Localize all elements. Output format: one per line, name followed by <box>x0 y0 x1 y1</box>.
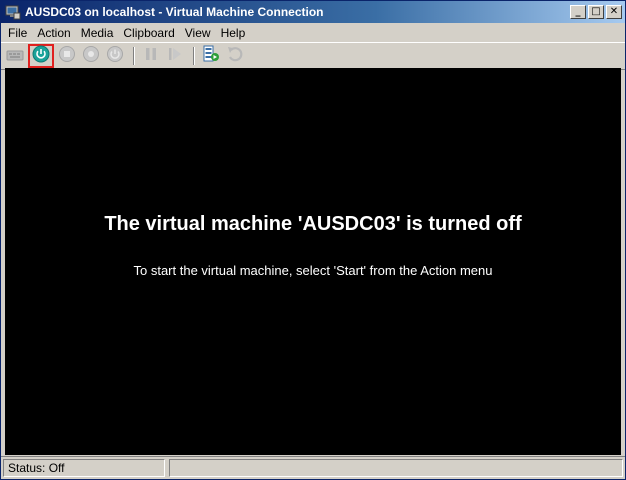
toolbar-separator <box>133 47 135 65</box>
revert-button[interactable] <box>224 45 246 67</box>
start-button[interactable] <box>28 44 54 68</box>
window-controls: _ □ ✕ <box>570 5 622 19</box>
save-button[interactable] <box>104 45 126 67</box>
snapshot-icon <box>202 45 220 68</box>
toolbar <box>1 42 625 70</box>
status-bar: Status: Off <box>1 456 625 479</box>
snapshot-button[interactable] <box>200 45 222 67</box>
vm-connection-icon <box>5 4 21 20</box>
shutdown-icon <box>82 45 100 68</box>
ctrl-alt-del-button[interactable] <box>4 45 26 67</box>
menu-bar: File Action Media Clipboard View Help <box>1 23 625 42</box>
menu-file[interactable]: File <box>3 26 32 40</box>
menu-view[interactable]: View <box>180 26 216 40</box>
start-icon <box>32 45 50 68</box>
status-panel <box>169 459 623 477</box>
ctrl-alt-del-icon <box>6 46 24 67</box>
pause-icon <box>143 46 159 67</box>
menu-action[interactable]: Action <box>32 26 75 40</box>
turn-off-button[interactable] <box>56 45 78 67</box>
save-icon <box>106 45 124 68</box>
toolbar-separator <box>193 47 195 65</box>
menu-clipboard[interactable]: Clipboard <box>118 26 179 40</box>
vm-off-heading: The virtual machine 'AUSDC03' is turned … <box>104 213 522 235</box>
shutdown-button[interactable] <box>80 45 102 67</box>
pause-button[interactable] <box>140 45 162 67</box>
maximize-button[interactable]: □ <box>588 5 604 19</box>
turn-off-icon <box>58 45 76 68</box>
vm-display[interactable]: The virtual machine 'AUSDC03' is turned … <box>5 68 621 455</box>
menu-media[interactable]: Media <box>76 26 119 40</box>
minimize-button[interactable]: _ <box>570 5 586 19</box>
status-text: Status: Off <box>3 459 165 477</box>
revert-icon <box>226 45 244 68</box>
menu-help[interactable]: Help <box>216 26 251 40</box>
reset-button[interactable] <box>164 45 186 67</box>
title-bar: AUSDC03 on localhost - Virtual Machine C… <box>1 1 625 23</box>
window-title: AUSDC03 on localhost - Virtual Machine C… <box>25 5 324 19</box>
vm-off-instructions: To start the virtual machine, select 'St… <box>133 263 493 278</box>
close-button[interactable]: ✕ <box>606 5 622 19</box>
vm-connection-window: AUSDC03 on localhost - Virtual Machine C… <box>0 0 626 480</box>
reset-icon <box>167 46 183 67</box>
